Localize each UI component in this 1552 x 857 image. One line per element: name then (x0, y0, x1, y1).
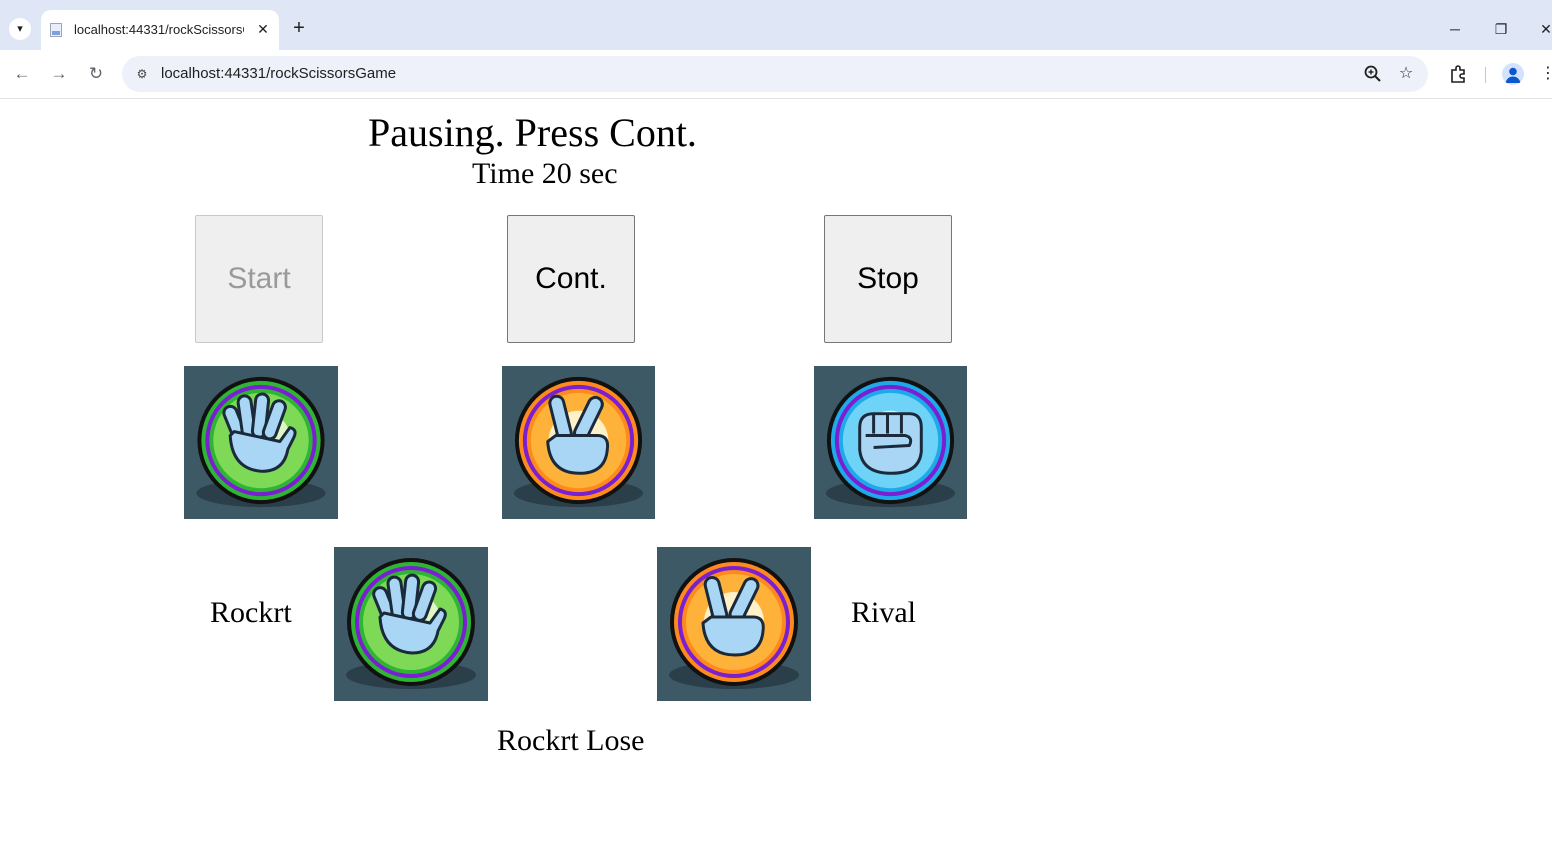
minimize-icon[interactable]: ─ (1443, 18, 1467, 40)
tab-strip: ▾ localhost:44331/rockScissorsGame ✕ + ─… (0, 0, 1552, 50)
window-close-icon[interactable]: ✕ (1534, 18, 1552, 40)
player-hand (334, 547, 488, 701)
timer-text: Time 20 sec (472, 157, 618, 190)
player-name: Rockrt (210, 596, 292, 629)
tab-title: localhost:44331/rockScissorsGame (74, 22, 244, 37)
status-message: Pausing. Press Cont. (368, 110, 697, 155)
scissors-hand-icon (669, 558, 799, 689)
puzzle-icon[interactable] (1447, 63, 1469, 85)
rock-choice[interactable] (814, 366, 967, 519)
game-page: Pausing. Press Cont. Time 20 sec Start C… (0, 99, 1552, 857)
stop-button[interactable]: Stop (824, 215, 952, 343)
paper-hand-icon (346, 558, 476, 689)
result-text: Rockrt Lose (497, 724, 645, 757)
address-bar[interactable]: ⚙ localhost:44331/rockScissorsGame ☆ (122, 56, 1428, 92)
page-favicon-icon (50, 23, 62, 37)
url-text[interactable]: localhost:44331/rockScissorsGame (161, 65, 396, 82)
browser-tab[interactable]: localhost:44331/rockScissorsGame ✕ (41, 10, 279, 50)
scissors-hand-icon (513, 376, 644, 508)
chevron-down-icon[interactable]: ▾ (9, 18, 31, 40)
star-icon[interactable]: ☆ (1395, 63, 1417, 85)
back-arrow-icon[interactable]: ← (10, 62, 34, 86)
avatar-icon[interactable] (1502, 63, 1524, 85)
rival-hand (657, 547, 811, 701)
rival-name: Rival (851, 596, 916, 629)
browser-toolbar: ← → ↻ ⚙ localhost:44331/rockScissorsGame… (0, 50, 1552, 99)
new-tab-button[interactable]: + (288, 17, 310, 39)
zoom-icon[interactable] (1362, 63, 1384, 85)
restore-icon[interactable]: ❐ (1489, 18, 1513, 40)
close-tab-icon[interactable]: ✕ (253, 19, 273, 39)
rock-hand-icon (825, 376, 956, 508)
forward-arrow-icon[interactable]: → (47, 62, 71, 86)
paper-choice[interactable] (184, 366, 338, 519)
start-button[interactable]: Start (195, 215, 323, 343)
reload-icon[interactable]: ↻ (84, 62, 108, 86)
continue-button[interactable]: Cont. (507, 215, 635, 343)
scissors-choice[interactable] (502, 366, 655, 519)
toolbar-divider (1485, 67, 1486, 83)
site-info-icon[interactable]: ⚙ (132, 64, 152, 84)
kebab-menu-icon[interactable]: ⋮ (1537, 63, 1552, 85)
paper-hand-icon (196, 376, 326, 508)
